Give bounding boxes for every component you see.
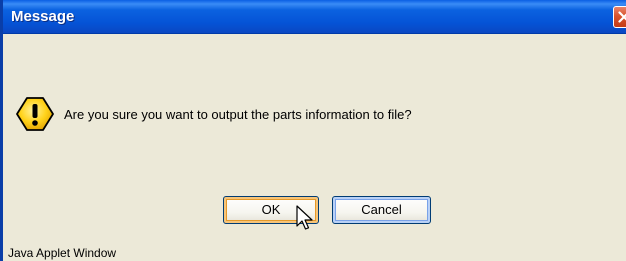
message-dialog: Message Are you sure you want to output …	[0, 0, 626, 261]
title-bar[interactable]: Message	[3, 0, 626, 34]
close-button[interactable]	[613, 6, 626, 28]
cancel-button[interactable]: Cancel	[332, 196, 431, 224]
close-icon	[618, 11, 626, 23]
dialog-body	[3, 34, 626, 261]
applet-window-label: Java Applet Window	[8, 246, 117, 260]
window-title: Message	[11, 8, 75, 25]
warning-icon	[16, 97, 54, 131]
confirmation-message: Are you sure you want to output the part…	[64, 107, 412, 122]
mouse-pointer-icon	[296, 205, 313, 230]
